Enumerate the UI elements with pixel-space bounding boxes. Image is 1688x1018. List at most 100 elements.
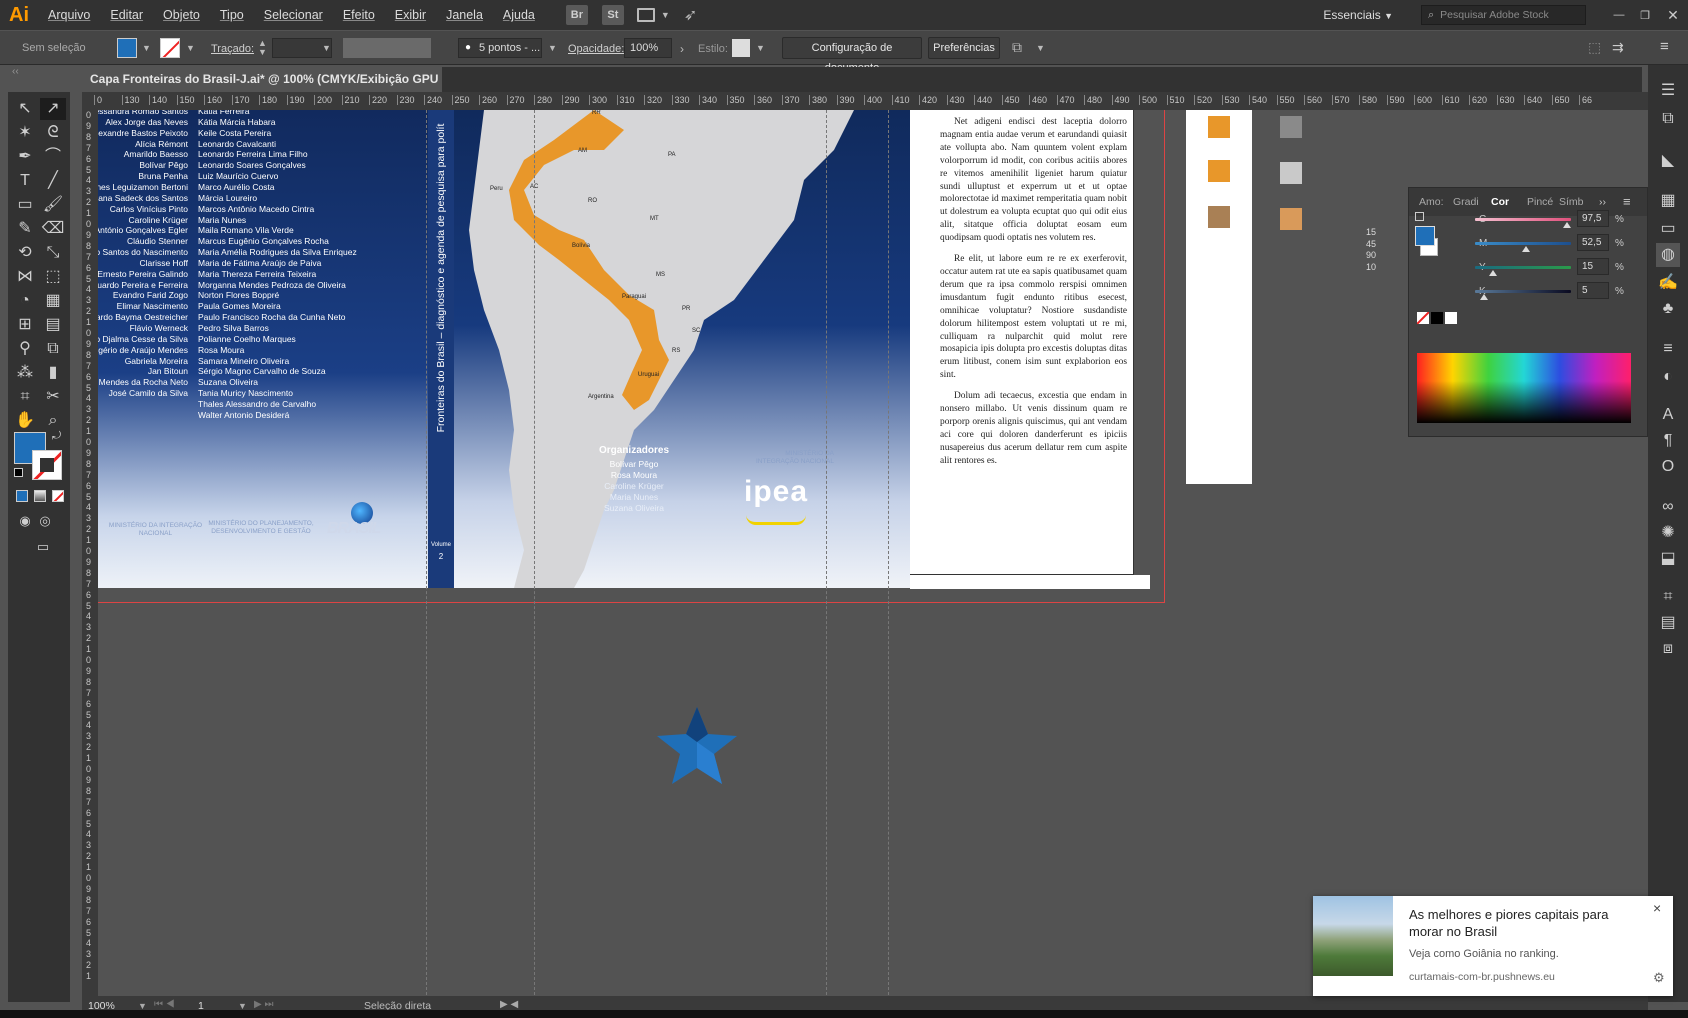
slider-value-input[interactable]: 15	[1577, 258, 1609, 275]
tab-symbols[interactable]: Símb	[1559, 196, 1584, 208]
fill-swatch[interactable]	[117, 38, 137, 58]
rectangle-tool-icon[interactable]: ▭	[12, 194, 38, 216]
menu-ajuda[interactable]: Ajuda	[493, 8, 545, 22]
light-gray-swatch[interactable]	[1280, 162, 1302, 184]
brush-definition[interactable]: ● 5 pontos - ...	[458, 38, 542, 58]
align-icon[interactable]: ⧉	[1012, 39, 1022, 56]
gray-swatch[interactable]	[1280, 116, 1302, 138]
front-cover[interactable]: RR AM PA AC Peru RO MT Bolívia MS Paraguai PR SC RS U…	[454, 110, 910, 588]
variable-width-profile[interactable]	[343, 38, 431, 58]
chevron-down-icon[interactable]: ▼	[756, 43, 765, 53]
eraser-tool-icon[interactable]: ⌫	[40, 218, 66, 240]
color-slider-track[interactable]	[1475, 266, 1571, 269]
free-transform-tool-icon[interactable]: ⬚	[40, 266, 66, 288]
bridge-button[interactable]: Br	[565, 5, 588, 25]
screen-mode-icon[interactable]: ▭	[30, 536, 56, 558]
tab-swatches[interactable]: Amo:	[1419, 196, 1444, 208]
layers-icon[interactable]: ☰	[1656, 79, 1680, 103]
chevron-down-icon[interactable]: ▼	[186, 43, 195, 53]
stroke-color-box[interactable]	[32, 450, 62, 480]
transparency-icon[interactable]: ▭	[1656, 217, 1680, 241]
opentype-icon[interactable]: O	[1656, 455, 1680, 479]
type-tool-icon[interactable]: T	[12, 170, 38, 192]
stroke-stepper-icon[interactable]: ▲ ▼	[258, 39, 267, 57]
orange-swatch[interactable]	[1208, 116, 1230, 138]
magic-wand-tool-icon[interactable]: ✶	[12, 122, 38, 144]
graphic-styles-icon[interactable]: ✺	[1656, 521, 1680, 545]
hand-tool-icon[interactable]: ✋	[12, 410, 38, 432]
slider-handle[interactable]	[1488, 270, 1497, 276]
color-spectrum[interactable]	[1417, 353, 1631, 423]
tab-brushes[interactable]: Pincé	[1527, 196, 1553, 208]
menu-janela[interactable]: Janela	[436, 8, 493, 22]
symbols-icon[interactable]: ♣	[1656, 297, 1680, 321]
slider-value-input[interactable]: 52,5	[1577, 234, 1609, 251]
perspective-grid-tool-icon[interactable]: ▦	[40, 290, 66, 312]
slice-tool-icon[interactable]: ✂	[40, 386, 66, 408]
mesh-tool-icon[interactable]: ⊞	[12, 314, 38, 336]
preferences-button[interactable]: Preferências	[928, 37, 1000, 59]
panel-expand-icon[interactable]: ››	[1599, 196, 1606, 208]
chevron-down-icon[interactable]: ▼	[548, 43, 557, 53]
swap-colors-icon[interactable]: ⤾	[52, 430, 61, 443]
paintbrush-tool-icon[interactable]: 🖌	[40, 194, 66, 216]
document-tab[interactable]: Capa Fronteiras do Brasil-J.ai* @ 100% (…	[82, 67, 442, 112]
chevron-down-icon[interactable]: ▼	[661, 10, 670, 20]
gradient-tool-icon[interactable]: ▤	[40, 314, 66, 336]
color-slider-track[interactable]	[1475, 218, 1571, 221]
artboards-icon[interactable]: ⧉	[1656, 107, 1680, 131]
zoom-tool-icon[interactable]: ⌕	[40, 410, 66, 432]
horizontal-ruler[interactable]: 0 130 140 150 160 170 180 190 200 210 220 230 240 250…	[82, 92, 1648, 110]
menu-selecionar[interactable]: Selecionar	[254, 8, 333, 22]
guide-line[interactable]	[888, 110, 889, 1000]
gradient-mode-icon[interactable]	[34, 490, 46, 502]
shape-builder-tool-icon[interactable]: ◔	[12, 290, 38, 312]
slider-handle[interactable]	[1522, 246, 1531, 252]
image-trace-icon[interactable]: ⬓	[1656, 547, 1680, 571]
tab-gradient[interactable]: Gradi	[1453, 196, 1479, 208]
artboard-tool-icon[interactable]: ⌗	[12, 386, 38, 408]
white-swatch[interactable]	[1445, 312, 1457, 324]
minimize-icon[interactable]: —	[1606, 9, 1632, 21]
menu-editar[interactable]: Editar	[100, 8, 153, 22]
flap-page[interactable]: Net adigeni endisci dest laceptia dolorr…	[910, 110, 1134, 575]
color-slider-track[interactable]	[1475, 242, 1571, 245]
stock-button[interactable]: St	[601, 5, 624, 25]
guide-line[interactable]	[534, 110, 535, 1000]
stock-search[interactable]: ⌕ Pesquisar Adobe Stock	[1421, 5, 1586, 25]
none-mode-icon[interactable]	[52, 490, 64, 502]
spine[interactable]: Fronteiras do Brasil – diagnóstico e age…	[428, 110, 454, 588]
lasso-tool-icon[interactable]: ᘓ	[40, 122, 66, 144]
menu-exibir[interactable]: Exibir	[385, 8, 436, 22]
pen-tool-icon[interactable]: ✒	[12, 146, 38, 168]
color-panel-icon[interactable]: ◍	[1656, 243, 1680, 267]
back-cover[interactable]: Jessandra Romão Santos Alex Jorge das Nev…	[98, 110, 428, 588]
libraries-icon[interactable]: ◣	[1656, 149, 1680, 173]
workspace-switcher[interactable]: Essenciais ▼	[1323, 8, 1393, 22]
chevron-down-icon[interactable]: ▼	[142, 43, 151, 53]
width-tool-icon[interactable]: ⋈	[12, 266, 38, 288]
color-slider-track[interactable]	[1475, 290, 1571, 293]
curvature-tool-icon[interactable]: ⌒	[40, 146, 66, 168]
color-panel[interactable]: Amo: Gradi Cor Pincé Símb ›› ≡ C97,5%M52…	[1408, 187, 1648, 437]
slider-handle[interactable]	[1479, 294, 1488, 300]
notification-settings-icon[interactable]: ⚙	[1653, 970, 1665, 986]
push-notification[interactable]: As melhores e piores capitais para morar…	[1313, 896, 1673, 996]
graph-tool-icon[interactable]: ▮	[40, 362, 66, 384]
star-logo[interactable]	[652, 702, 742, 792]
arrange-documents-icon[interactable]	[636, 8, 655, 22]
transform-panel-icon[interactable]: ⌗	[1656, 585, 1680, 609]
scale-tool-icon[interactable]: ⤡	[40, 242, 66, 264]
document-setup-button[interactable]: Configuração de documento	[782, 37, 922, 74]
color-mode-icon[interactable]	[16, 490, 28, 502]
appearance-icon[interactable]: ◐	[1656, 365, 1680, 389]
orange-swatch[interactable]	[1208, 160, 1230, 182]
status-menu-icon[interactable]: ▶ ◀	[500, 999, 518, 1010]
draw-behind-icon[interactable]: ◎	[32, 510, 58, 532]
style-swatch[interactable]	[732, 39, 750, 57]
paragraph-icon[interactable]: ¶	[1656, 429, 1680, 453]
black-swatch[interactable]	[1431, 312, 1443, 324]
opacity-input[interactable]: 100%	[624, 38, 672, 58]
slider-handle[interactable]	[1562, 222, 1571, 228]
symbol-sprayer-tool-icon[interactable]: ⁂	[12, 362, 38, 384]
